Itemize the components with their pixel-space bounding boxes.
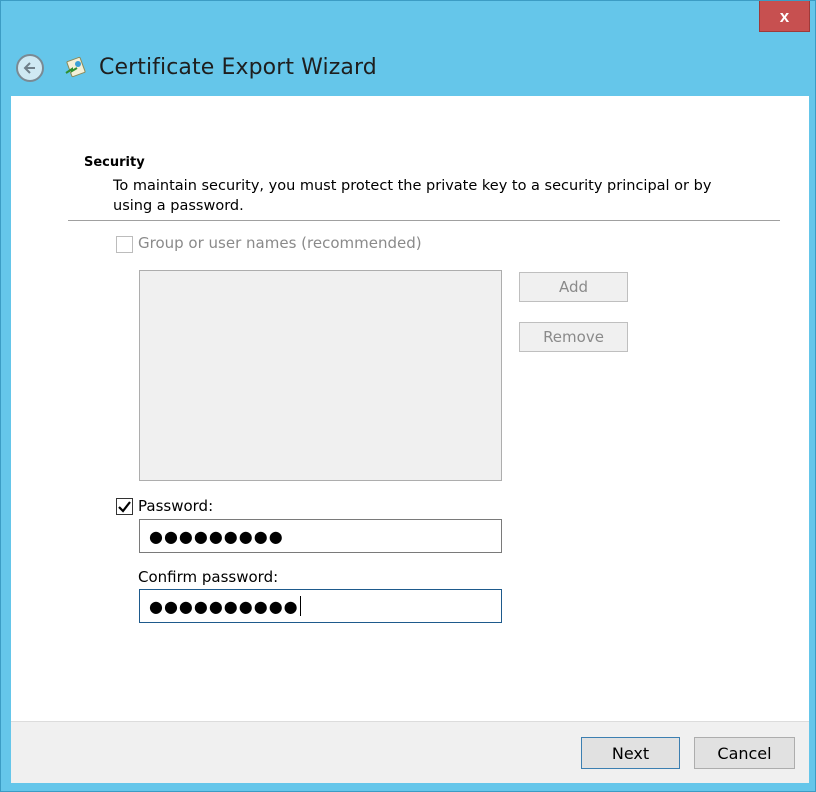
text-caret — [299, 596, 301, 616]
group-names-list[interactable] — [139, 270, 502, 481]
close-icon: x — [779, 6, 790, 26]
back-arrow-icon — [23, 62, 35, 74]
section-heading: Security — [84, 155, 145, 170]
wizard-footer: Next Cancel — [11, 721, 809, 783]
password-checkbox[interactable] — [116, 498, 133, 515]
password-label: Password: — [138, 497, 214, 515]
wizard-window: x Certificate Export Wizard Security To … — [0, 0, 816, 792]
confirm-password-value: ●●●●●●●●●● — [149, 596, 299, 616]
add-button[interactable]: Add — [519, 272, 628, 302]
password-value: ●●●●●●●●● — [149, 526, 284, 546]
password-input[interactable]: ●●●●●●●●● — [139, 519, 502, 553]
close-button[interactable]: x — [759, 1, 810, 32]
confirm-password-label: Confirm password: — [138, 568, 279, 586]
certificate-icon — [65, 56, 86, 78]
header-divider — [68, 220, 780, 221]
group-names-label: Group or user names (recommended) — [138, 234, 422, 252]
confirm-password-input[interactable]: ●●●●●●●●●● — [139, 589, 502, 623]
cancel-button[interactable]: Cancel — [694, 737, 795, 769]
checkmark-icon — [118, 501, 131, 513]
remove-button[interactable]: Remove — [519, 322, 628, 352]
section-description: To maintain security, you must protect t… — [113, 178, 712, 214]
group-names-checkbox[interactable] — [116, 236, 133, 253]
wizard-content: Security To maintain security, you must … — [11, 96, 809, 721]
back-button[interactable] — [16, 54, 44, 82]
next-button[interactable]: Next — [581, 737, 680, 769]
wizard-title: Certificate Export Wizard — [99, 55, 377, 80]
